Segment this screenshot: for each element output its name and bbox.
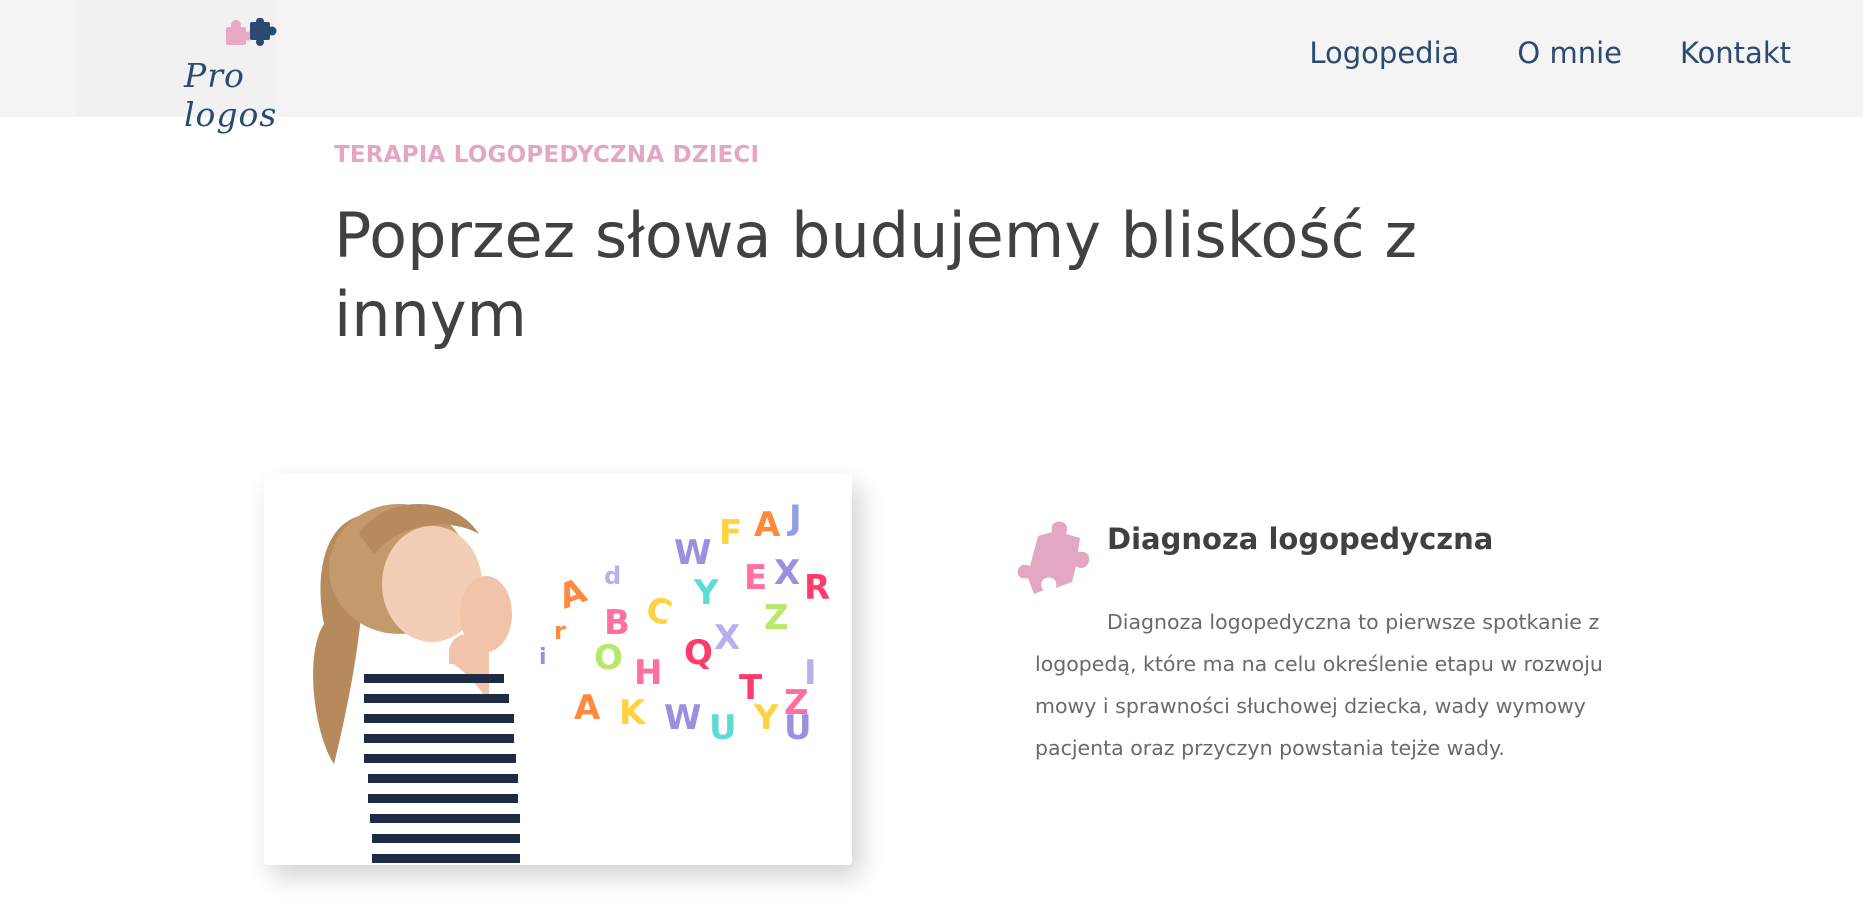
logo-puzzle-icon	[226, 18, 277, 46]
svg-text:F: F	[719, 513, 742, 553]
svg-text:Z: Z	[764, 598, 789, 638]
hero-eyebrow: TERAPIA LOGOPEDYCZNA DZIECI	[334, 142, 760, 168]
svg-text:H: H	[634, 653, 662, 693]
svg-text:X: X	[714, 618, 740, 658]
logo[interactable]: Pro logos	[76, 0, 277, 134]
service-title: Diagnoza logopedyczna	[1107, 522, 1494, 556]
main-nav: Logopedia O mnie Kontakt	[1251, 36, 1791, 70]
svg-text:Y: Y	[693, 573, 719, 613]
svg-text:K: K	[619, 693, 647, 733]
girl-shouting-letters-illustration: A B C W F A J Y E X R O H Q X T Z A K W …	[264, 474, 852, 865]
svg-text:J: J	[787, 498, 802, 538]
svg-text:E: E	[744, 558, 767, 598]
svg-text:Y: Y	[753, 698, 779, 738]
svg-text:B: B	[604, 603, 630, 643]
svg-text:A: A	[754, 505, 781, 545]
svg-text:X: X	[774, 553, 800, 593]
svg-text:R: R	[804, 568, 830, 608]
logo-text: Pro logos	[184, 56, 278, 134]
svg-text:W: W	[664, 698, 702, 738]
svg-text:I: I	[804, 653, 817, 693]
site-header: Pro logos Logopedia O mnie Kontakt	[0, 0, 1863, 134]
hero-photo: A B C W F A J Y E X R O H Q X T Z A K W …	[264, 474, 852, 865]
nav-link-kontakt[interactable]: Kontakt	[1680, 36, 1791, 70]
service-description: Diagnoza logopedyczna to pierwsze spotka…	[1035, 610, 1603, 760]
svg-text:O: O	[594, 638, 623, 678]
svg-text:A: A	[574, 688, 601, 728]
nav-link-o-mnie[interactable]: O mnie	[1517, 36, 1622, 70]
nav-link-logopedia[interactable]: Logopedia	[1309, 36, 1459, 70]
svg-text:i: i	[539, 645, 547, 670]
svg-text:d: d	[604, 562, 621, 590]
svg-text:W: W	[674, 533, 712, 573]
hero-headline: Poprzez słowa budujemy bliskość z innym	[334, 199, 1418, 351]
svg-text:r: r	[554, 617, 566, 645]
svg-text:Q: Q	[684, 633, 713, 673]
svg-text:U: U	[709, 708, 737, 748]
puzzle-piece-icon	[1017, 521, 1090, 594]
svg-text:U: U	[784, 708, 812, 748]
